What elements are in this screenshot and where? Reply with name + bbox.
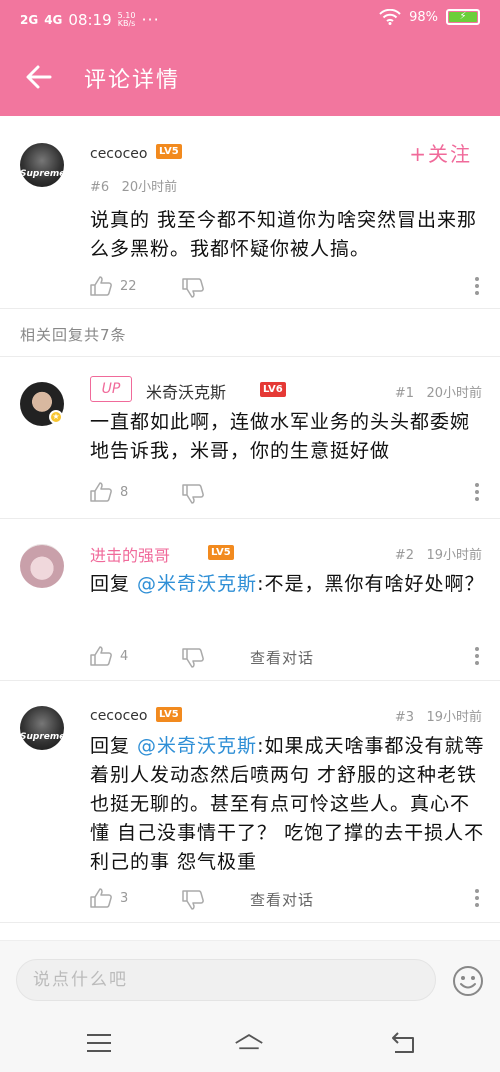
comment-actions: 22: [90, 276, 480, 300]
username[interactable]: 进击的强哥: [90, 542, 170, 566]
more-options-icon[interactable]: [474, 276, 480, 296]
home-icon[interactable]: [234, 1030, 264, 1056]
battery-percent: 98%: [409, 9, 438, 25]
like-count: 4: [120, 649, 129, 664]
reply-prefix: 回复: [90, 573, 138, 595]
like-icon[interactable]: [90, 276, 112, 296]
back-arrow-icon[interactable]: [24, 62, 54, 92]
reply-actions: 4 查看对话: [90, 646, 480, 670]
app-bar: 评论详情: [0, 38, 500, 116]
vip-badge-icon: ★: [49, 410, 63, 424]
battery-icon: ⚡: [446, 9, 480, 25]
signal-2g: 2G: [20, 12, 39, 27]
like-icon[interactable]: [90, 482, 112, 502]
avatar[interactable]: Supreme: [20, 143, 64, 187]
timestamp: 20小时前: [426, 386, 482, 401]
back-nav-icon[interactable]: [388, 1030, 418, 1056]
level-badge: LV5: [156, 707, 182, 722]
reply-text: 回复 @米奇沃克斯:如果成天啥事都没有就等着别人发动态然后喷两句 才舒服的这种老…: [90, 732, 486, 877]
divider: [0, 680, 500, 681]
level-badge: LV6: [260, 382, 286, 397]
more-options-icon[interactable]: [474, 888, 480, 908]
more-status-icon: ···: [141, 10, 160, 29]
username[interactable]: cecoceo: [90, 146, 147, 162]
like-count: 22: [120, 279, 137, 294]
comment-input[interactable]: 说点什么吧: [16, 959, 436, 1001]
divider: [0, 922, 500, 923]
signal-4g: 4G: [44, 12, 63, 27]
comment-meta: #2 19小时前: [395, 544, 482, 563]
floor-number: #2: [394, 548, 415, 563]
reply-item: ★ UP 米奇沃克斯 LV6 #1 20小时前 一直都如此啊，连做水军业务的头头…: [0, 364, 500, 516]
system-nav-bar: [0, 1016, 500, 1072]
reply-item: 进击的强哥 LV5 #2 19小时前 回复 @米奇沃克斯:不是，黑你有啥好处啊？…: [0, 526, 500, 678]
dislike-icon[interactable]: [182, 484, 204, 504]
avatar-text: Supreme: [20, 732, 64, 742]
reply-content: :不是，黑你有啥好处啊？: [257, 573, 485, 595]
level-badge: LV5: [208, 545, 234, 560]
reply-text: 一直都如此啊，连做水军业务的头头都委婉地告诉我，米哥，你的生意挺好做: [90, 411, 471, 462]
net-speed-unit: KB/s: [117, 18, 136, 28]
mention-link[interactable]: @米奇沃克斯: [137, 735, 257, 757]
main-comment: Supreme cecoceo LV5 +关注 #6 20小时前 说真的 我至今…: [0, 116, 500, 306]
dislike-icon[interactable]: [182, 890, 204, 910]
view-conversation-link[interactable]: 查看对话: [250, 647, 314, 668]
floor-number: #6: [90, 180, 110, 195]
timestamp: 19小时前: [426, 710, 482, 725]
avatar-text: Supreme: [20, 169, 64, 179]
dislike-icon[interactable]: [182, 648, 204, 668]
level-badge: LV5: [156, 144, 182, 159]
menu-icon[interactable]: [84, 1030, 114, 1056]
replies-count-label: 相关回复共7条: [20, 326, 127, 344]
avatar[interactable]: Supreme: [20, 706, 64, 750]
like-icon[interactable]: [90, 646, 112, 666]
username[interactable]: cecoceo: [90, 708, 147, 724]
divider: [0, 308, 500, 309]
timestamp: 19小时前: [426, 548, 482, 563]
like-count: 3: [120, 891, 129, 906]
floor-number: #1: [394, 386, 415, 401]
like-count: 8: [120, 485, 129, 500]
reply-prefix: 回复: [90, 735, 138, 757]
comment-meta: #6 20小时前: [90, 176, 177, 195]
avatar[interactable]: [20, 544, 64, 588]
clock: 08:19: [68, 10, 112, 29]
floor-number: #3: [394, 710, 415, 725]
comment-text: 说真的 我至今都不知道你为啥突然冒出来那么多黑粉。我都怀疑你被人搞。: [90, 209, 478, 260]
emoji-icon[interactable]: [452, 965, 484, 997]
reply-item: Supreme cecoceo LV5 #3 19小时前 回复 @米奇沃克斯:如…: [0, 688, 500, 920]
more-options-icon[interactable]: [474, 482, 480, 502]
reply-actions: 3 查看对话: [90, 888, 480, 912]
reply-actions: 8: [90, 482, 480, 506]
status-bar: 2G 4G 08:19 5.10 KB/s ··· 98% ⚡: [0, 0, 500, 38]
dislike-icon[interactable]: [182, 278, 204, 298]
wifi-icon: [379, 9, 401, 25]
view-conversation-link[interactable]: 查看对话: [250, 889, 314, 910]
follow-button[interactable]: +关注: [409, 138, 472, 167]
divider: [0, 518, 500, 519]
timestamp: 20小时前: [121, 180, 178, 195]
page-title: 评论详情: [84, 68, 181, 93]
comment-meta: #1 20小时前: [395, 382, 482, 401]
username[interactable]: 米奇沃克斯: [146, 379, 226, 403]
like-icon[interactable]: [90, 888, 112, 908]
more-options-icon[interactable]: [474, 646, 480, 666]
net-speed: 5.10 KB/s: [117, 11, 136, 28]
divider: [0, 356, 500, 357]
comment-input-bar: 说点什么吧: [0, 940, 500, 1016]
battery-charging-icon: ⚡: [449, 12, 477, 22]
reply-text: 回复 @米奇沃克斯:不是，黑你有啥好处啊？: [90, 570, 486, 599]
comment-meta: #3 19小时前: [395, 706, 482, 725]
mention-link[interactable]: @米奇沃克斯: [137, 573, 257, 595]
up-badge: UP: [90, 376, 132, 402]
